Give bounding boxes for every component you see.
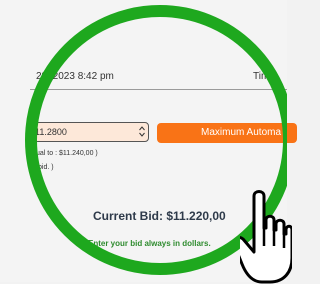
dollars-hint: Enter your bid always in dollars. (88, 239, 211, 248)
current-bid: Current Bid: $11.220,00 (93, 209, 226, 223)
hand-pointer-icon (240, 190, 292, 284)
auction-date: 29, 2023 8:42 pm (36, 71, 114, 82)
divider (30, 89, 287, 90)
bid-amount-value: 11.2800 (35, 127, 67, 137)
bid-note: bid. ) (38, 164, 54, 171)
bid-amount-select[interactable]: 11.2800 (30, 122, 149, 142)
time-label: Tim (253, 71, 270, 82)
maximum-automatic-bid-button[interactable]: Maximum Automa (157, 123, 297, 143)
equal-to-note: ual to : $11.240,00 ) (36, 150, 98, 157)
up-down-arrows-icon (139, 126, 145, 137)
